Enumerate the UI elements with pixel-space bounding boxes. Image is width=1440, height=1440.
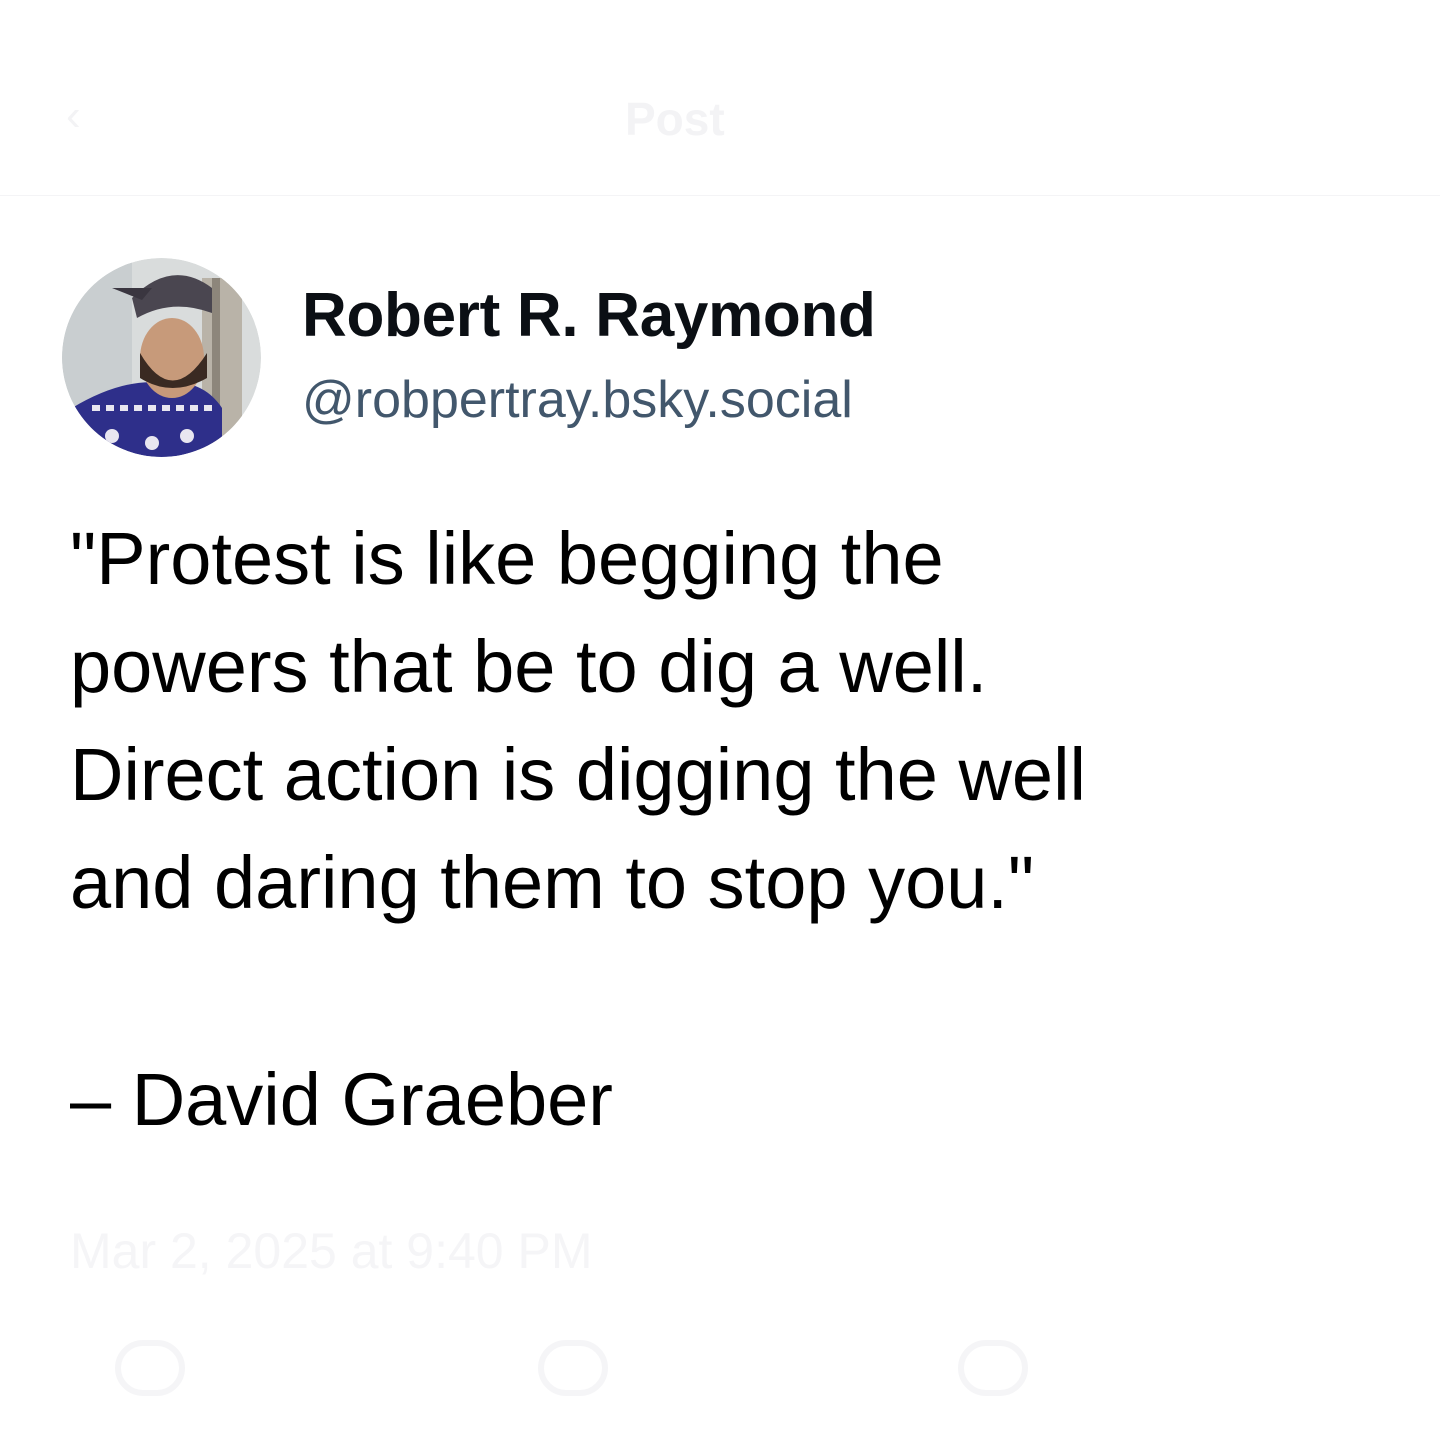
post-page: ‹ Post Robert R. Raymond @robpertray.bsk… [0,0,1440,1440]
post-timestamp: Mar 2, 2025 at 9:40 PM [70,1223,593,1279]
top-bar: ‹ Post [0,0,1440,196]
post-line: "Protest is like begging the [70,517,944,600]
like-icon[interactable] [958,1340,1028,1396]
avatar[interactable] [62,258,261,457]
page-title: Post [625,93,725,145]
quote-attribution: – David Graeber [70,1058,613,1141]
author-handle[interactable]: @robpertray.bsky.social [302,370,853,430]
reply-icon[interactable] [115,1340,185,1396]
post-text: "Protest is like begging the powers that… [70,505,1390,937]
repost-icon[interactable] [538,1340,608,1396]
post-actions [0,1320,1440,1420]
chevron-left-icon[interactable]: ‹ [66,94,90,138]
author-name[interactable]: Robert R. Raymond [302,280,876,351]
post-line: and daring them to stop you." [70,841,1035,924]
avatar-photo [62,258,261,457]
post-line: Direct action is digging the well [70,733,1086,816]
post-line: powers that be to dig a well. [70,625,988,708]
